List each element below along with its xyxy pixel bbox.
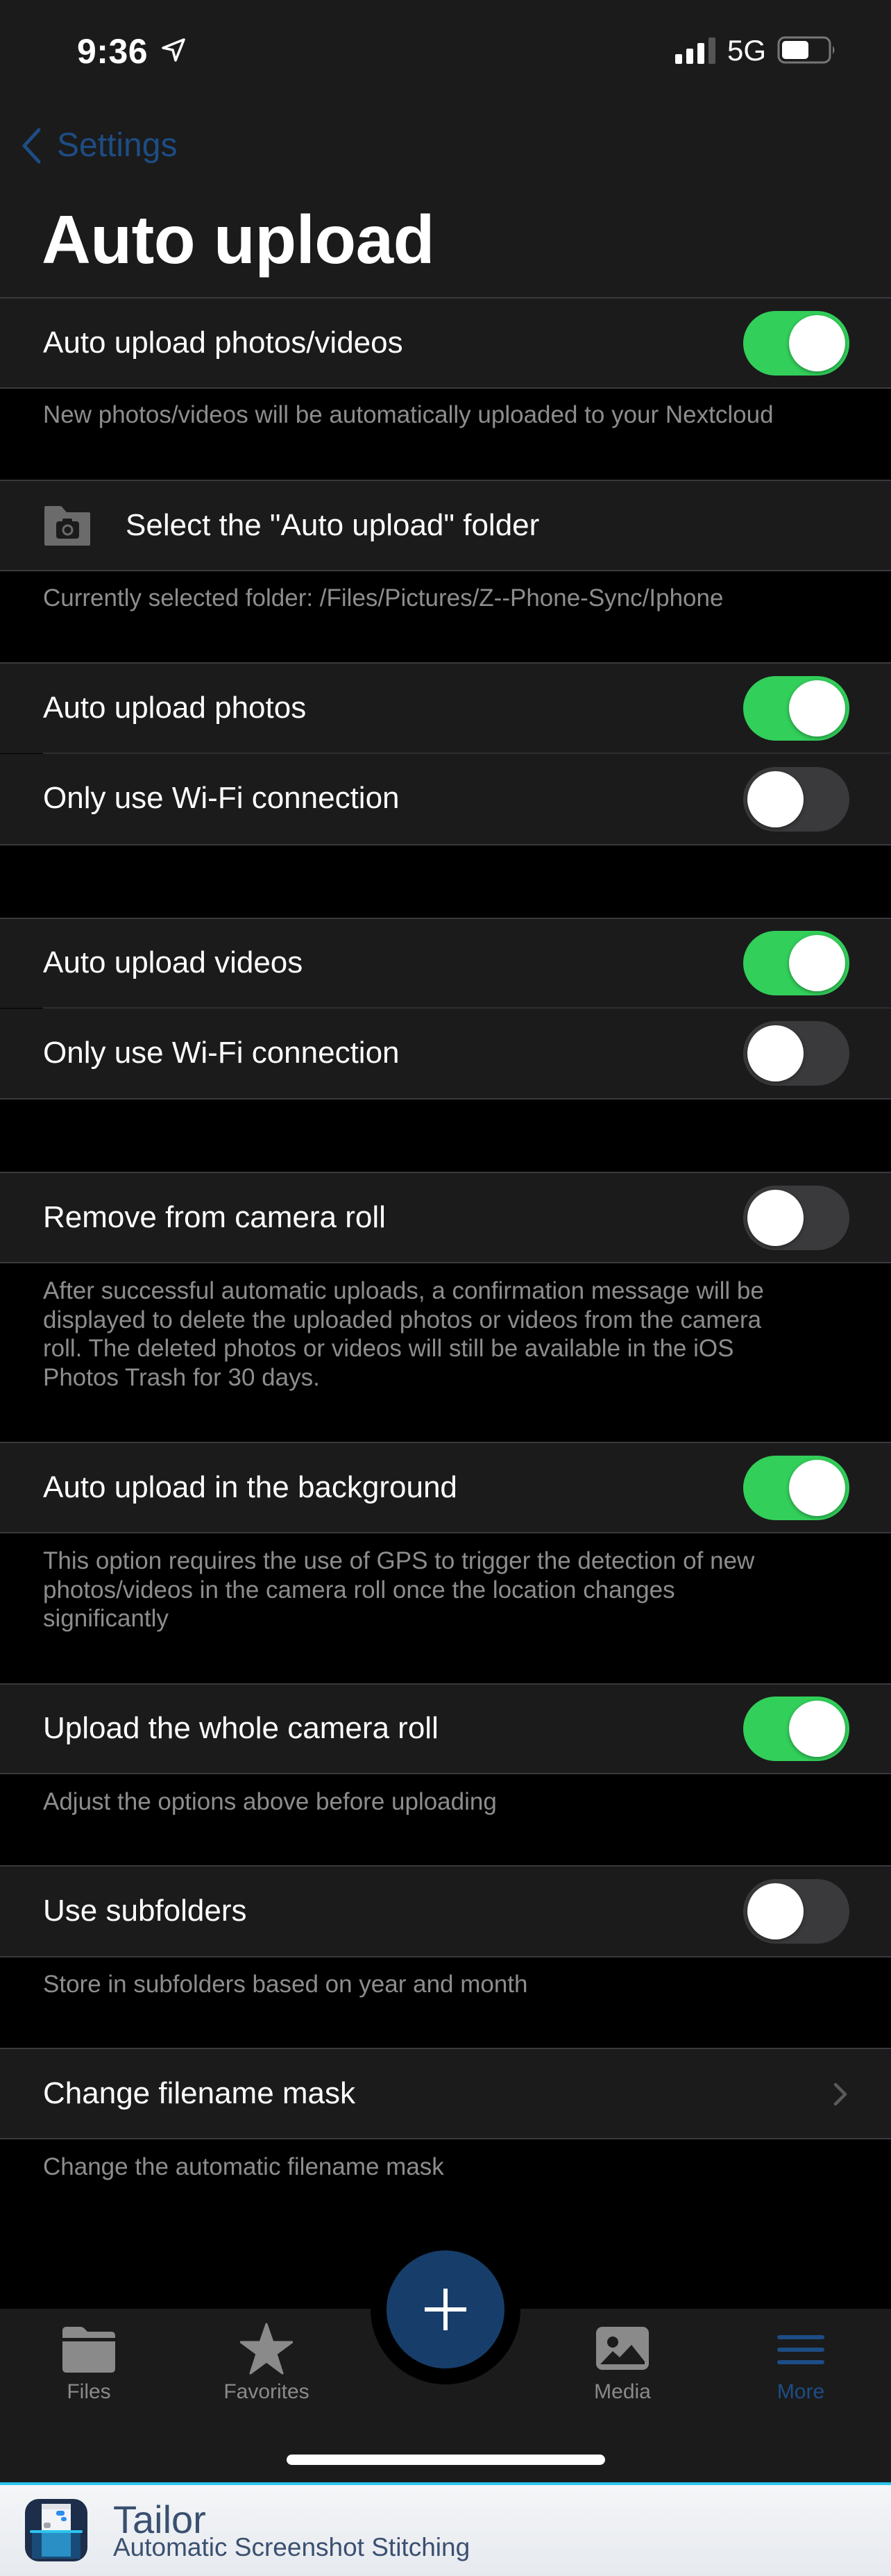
tab-media-label: Media xyxy=(594,2380,651,2403)
auto-upload-photos-row[interactable]: Auto upload photos xyxy=(0,664,891,753)
auto-upload-photos-toggle[interactable] xyxy=(743,676,849,741)
auto-upload-footer: New photos/videos will be automatically … xyxy=(43,401,774,428)
whole-camera-roll-footer: Adjust the options above before uploadin… xyxy=(43,1788,497,1815)
select-folder-row[interactable]: Select the "Auto upload" folder xyxy=(0,481,891,571)
divider xyxy=(0,570,891,571)
toggle-knob xyxy=(789,315,845,371)
toggle-knob xyxy=(747,771,804,827)
remove-footer-line: After successful automatic uploads, a co… xyxy=(43,1277,764,1304)
background-footer-line: significantly xyxy=(43,1605,169,1632)
toggle-knob xyxy=(789,1460,845,1516)
toggle-knob xyxy=(789,680,845,736)
background-upload-label: Auto upload in the background xyxy=(43,1470,457,1504)
tab-favorites-label: Favorites xyxy=(223,2380,309,2403)
videos-wifi-only-toggle[interactable] xyxy=(743,1021,849,1086)
whole-camera-roll-row[interactable]: Upload the whole camera roll xyxy=(0,1685,891,1774)
folder-camera-icon xyxy=(44,506,90,546)
home-indicator[interactable] xyxy=(287,2455,605,2465)
star-icon xyxy=(240,2323,293,2375)
whole-camera-roll-toggle[interactable] xyxy=(743,1697,849,1761)
tab-media[interactable]: Media xyxy=(553,2323,692,2405)
background-upload-toggle[interactable] xyxy=(743,1456,849,1520)
divider xyxy=(0,1773,891,1774)
remove-from-camera-roll-row[interactable]: Remove from camera roll xyxy=(0,1173,891,1263)
back-button[interactable]: Settings xyxy=(21,125,177,167)
toggle-knob xyxy=(747,1190,804,1246)
select-folder-label: Select the "Auto upload" folder xyxy=(126,508,540,542)
subfolders-footer: Store in subfolders based on year and mo… xyxy=(43,1971,528,1998)
divider xyxy=(0,844,891,845)
status-time: 9:36 xyxy=(77,32,148,71)
selected-folder-footer: Currently selected folder: /Files/Pictur… xyxy=(43,584,724,612)
auto-upload-videos-label: Auto upload videos xyxy=(43,945,303,979)
location-arrow-icon xyxy=(162,38,185,62)
remove-from-camera-roll-toggle[interactable] xyxy=(743,1186,849,1250)
divider xyxy=(0,1098,891,1100)
auto-upload-toggle[interactable] xyxy=(743,311,849,376)
toggle-knob xyxy=(789,1701,845,1757)
auto-upload-videos-toggle[interactable] xyxy=(743,931,849,995)
toggle-knob xyxy=(747,1883,804,1939)
divider xyxy=(0,1956,891,1958)
remove-footer-line: Photos Trash for 30 days. xyxy=(43,1363,320,1391)
use-subfolders-label: Use subfolders xyxy=(43,1894,247,1928)
divider xyxy=(0,387,891,389)
folder-icon xyxy=(62,2327,115,2373)
battery-icon xyxy=(777,36,835,64)
auto-upload-videos-row[interactable]: Auto upload videos xyxy=(0,919,891,1008)
remove-footer-line: displayed to delete the uploaded photos … xyxy=(43,1306,762,1333)
remove-from-camera-roll-label: Remove from camera roll xyxy=(43,1200,386,1234)
tab-more-label: More xyxy=(777,2380,825,2403)
tab-files[interactable]: Files xyxy=(19,2323,158,2405)
chevron-left-icon xyxy=(22,128,41,164)
videos-wifi-only-label: Only use Wi-Fi connection xyxy=(43,1036,400,1070)
change-filename-mask-row[interactable]: Change filename mask xyxy=(0,2049,891,2139)
toggle-knob xyxy=(789,935,845,991)
tailor-app-icon xyxy=(25,2499,87,2561)
auto-upload-photos-label: Auto upload photos xyxy=(43,691,307,725)
background-footer-line: This option requires the use of GPS to t… xyxy=(43,1547,755,1574)
page-title: Auto upload xyxy=(42,201,435,278)
remove-footer: After successful automatic uploads, a co… xyxy=(43,1277,855,1392)
network-type: 5G xyxy=(727,34,767,67)
divider xyxy=(0,1262,891,1263)
auto-upload-row[interactable]: Auto upload photos/videos xyxy=(0,298,891,388)
photos-wifi-only-row[interactable]: Only use Wi-Fi connection xyxy=(0,754,891,844)
tab-favorites[interactable]: Favorites xyxy=(197,2323,336,2405)
plus-icon xyxy=(425,2289,466,2330)
photos-wifi-only-label: Only use Wi-Fi connection xyxy=(43,781,400,815)
photos-wifi-only-toggle[interactable] xyxy=(743,767,849,832)
auto-upload-label: Auto upload photos/videos xyxy=(43,326,403,360)
cellular-signal-icon xyxy=(675,37,715,64)
add-button[interactable] xyxy=(387,2250,504,2368)
chevron-right-icon xyxy=(833,2082,847,2106)
background-footer-line: photos/videos in the camera roll once th… xyxy=(43,1576,675,1603)
use-subfolders-toggle[interactable] xyxy=(743,1879,849,1944)
change-filename-mask-label: Change filename mask xyxy=(43,2076,356,2110)
divider xyxy=(0,1532,891,1533)
menu-icon xyxy=(777,2335,824,2364)
background-upload-row[interactable]: Auto upload in the background xyxy=(0,1443,891,1533)
remove-footer-line: roll. The deleted photos or videos will … xyxy=(43,1335,734,1362)
photo-icon xyxy=(596,2327,649,2370)
videos-wifi-only-row[interactable]: Only use Wi-Fi connection xyxy=(0,1009,891,1098)
banner-subtitle: Automatic Screenshot Stitching xyxy=(113,2533,470,2561)
divider xyxy=(0,2138,891,2139)
toggle-knob xyxy=(747,1025,804,1081)
back-label: Settings xyxy=(57,127,178,164)
background-footer: This option requires the use of GPS to t… xyxy=(43,1547,855,1633)
tab-files-label: Files xyxy=(67,2380,111,2403)
whole-camera-roll-label: Upload the whole camera roll xyxy=(43,1711,439,1745)
filename-mask-footer: Change the automatic filename mask xyxy=(43,2153,444,2180)
use-subfolders-row[interactable]: Use subfolders xyxy=(0,1867,891,1957)
tab-more[interactable]: More xyxy=(731,2323,870,2405)
